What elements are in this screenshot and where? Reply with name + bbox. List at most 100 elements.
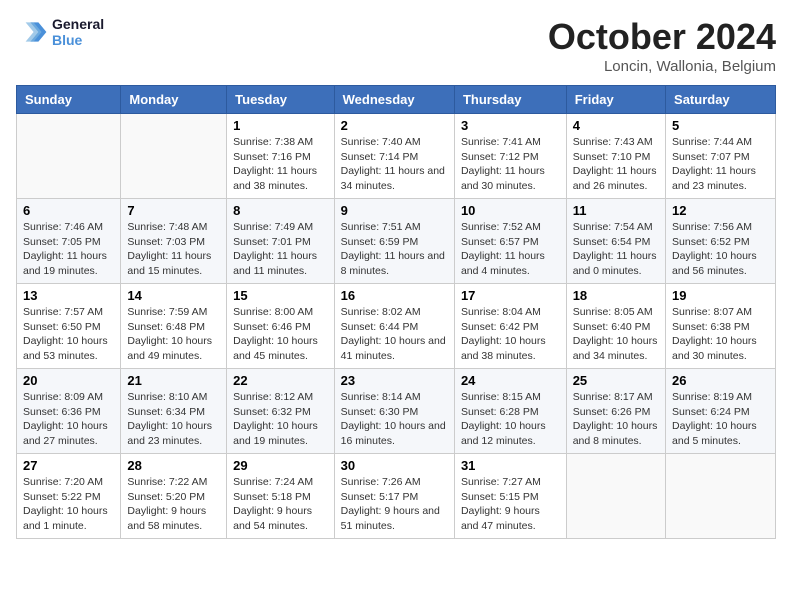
calendar-cell: 2 Sunrise: 7:40 AMSunset: 7:14 PMDaylight… xyxy=(334,114,454,199)
calendar-cell: 27Sunrise: 7:20 AMSunset: 5:22 PMDayligh… xyxy=(17,454,121,539)
logo-line1: General xyxy=(52,16,104,32)
day-detail: Sunrise: 8:15 AMSunset: 6:28 PMDaylight:… xyxy=(461,390,560,449)
calendar-cell: 28Sunrise: 7:22 AMSunset: 5:20 PMDayligh… xyxy=(121,454,227,539)
calendar-cell: 21 Sunrise: 8:10 AMSunset: 6:34 PMDayligh… xyxy=(121,369,227,454)
day-number: 29 xyxy=(233,458,327,473)
day-number: 22 xyxy=(233,373,327,388)
calendar-cell: 8 Sunrise: 7:49 AMSunset: 7:01 PMDaylight… xyxy=(227,199,334,284)
day-number: 30 xyxy=(341,458,448,473)
day-number: 20 xyxy=(23,373,114,388)
day-detail: Sunrise: 8:17 AMSunset: 6:26 PMDaylight:… xyxy=(573,390,659,449)
calendar-cell: 16 Sunrise: 8:02 AMSunset: 6:44 PMDayligh… xyxy=(334,284,454,369)
calendar-week-1: 1 Sunrise: 7:38 AMSunset: 7:16 PMDaylight… xyxy=(17,114,776,199)
calendar-cell xyxy=(566,454,665,539)
day-detail: Sunrise: 8:00 AMSunset: 6:46 PMDaylight:… xyxy=(233,305,327,364)
day-number: 31 xyxy=(461,458,560,473)
day-number: 8 xyxy=(233,203,327,218)
day-of-week-wednesday: Wednesday xyxy=(334,86,454,114)
calendar-cell: 25 Sunrise: 8:17 AMSunset: 6:26 PMDayligh… xyxy=(566,369,665,454)
day-detail: Sunrise: 8:02 AMSunset: 6:44 PMDaylight:… xyxy=(341,305,448,364)
day-number: 12 xyxy=(672,203,769,218)
day-detail: Sunrise: 7:26 AMSunset: 5:17 PMDaylight:… xyxy=(341,475,448,534)
day-number: 15 xyxy=(233,288,327,303)
logo-text: General Blue xyxy=(52,16,104,48)
day-number: 9 xyxy=(341,203,448,218)
calendar-week-2: 6Sunrise: 7:46 AMSunset: 7:05 PMDaylight… xyxy=(17,199,776,284)
day-number: 21 xyxy=(127,373,220,388)
day-number: 13 xyxy=(23,288,114,303)
day-detail: Sunrise: 8:07 AMSunset: 6:38 PMDaylight:… xyxy=(672,305,769,364)
day-number: 14 xyxy=(127,288,220,303)
calendar-week-3: 13Sunrise: 7:57 AMSunset: 6:50 PMDayligh… xyxy=(17,284,776,369)
calendar-cell: 18 Sunrise: 8:05 AMSunset: 6:40 PMDayligh… xyxy=(566,284,665,369)
day-detail: Sunrise: 8:12 AMSunset: 6:32 PMDaylight:… xyxy=(233,390,327,449)
calendar-cell: 5Sunrise: 7:44 AMSunset: 7:07 PMDaylight… xyxy=(666,114,776,199)
day-number: 24 xyxy=(461,373,560,388)
day-detail: Sunrise: 8:19 AMSunset: 6:24 PMDaylight:… xyxy=(672,390,769,449)
location: Loncin, Wallonia, Belgium xyxy=(548,58,776,75)
day-number: 7 xyxy=(127,203,220,218)
calendar-cell: 31 Sunrise: 7:27 AMSunset: 5:15 PMDayligh… xyxy=(454,454,566,539)
calendar-cell: 6Sunrise: 7:46 AMSunset: 7:05 PMDaylight… xyxy=(17,199,121,284)
day-number: 16 xyxy=(341,288,448,303)
day-detail: Sunrise: 8:04 AMSunset: 6:42 PMDaylight:… xyxy=(461,305,560,364)
calendar-cell: 26 Sunrise: 8:19 AMSunset: 6:24 PMDayligh… xyxy=(666,369,776,454)
day-number: 18 xyxy=(573,288,659,303)
day-detail: Sunrise: 7:22 AMSunset: 5:20 PMDaylight:… xyxy=(127,475,220,534)
calendar-cell: 23 Sunrise: 8:14 AMSunset: 6:30 PMDayligh… xyxy=(334,369,454,454)
day-detail: Sunrise: 8:09 AMSunset: 6:36 PMDaylight:… xyxy=(23,390,114,449)
day-detail: Sunrise: 7:27 AMSunset: 5:15 PMDaylight:… xyxy=(461,475,560,534)
calendar-cell: 13Sunrise: 7:57 AMSunset: 6:50 PMDayligh… xyxy=(17,284,121,369)
day-detail: Sunrise: 7:49 AMSunset: 7:01 PMDaylight:… xyxy=(233,220,327,279)
day-number: 3 xyxy=(461,118,560,133)
calendar-header-row: SundayMondayTuesdayWednesdayThursdayFrid… xyxy=(17,86,776,114)
logo: General Blue xyxy=(16,16,104,48)
day-detail: Sunrise: 8:05 AMSunset: 6:40 PMDaylight:… xyxy=(573,305,659,364)
day-number: 6 xyxy=(23,203,114,218)
calendar-cell: 29Sunrise: 7:24 AMSunset: 5:18 PMDayligh… xyxy=(227,454,334,539)
calendar-cell: 20 Sunrise: 8:09 AMSunset: 6:36 PMDayligh… xyxy=(17,369,121,454)
day-detail: Sunrise: 7:40 AMSunset: 7:14 PMDaylight:… xyxy=(341,135,448,194)
calendar-cell xyxy=(17,114,121,199)
day-detail: Sunrise: 7:52 AMSunset: 6:57 PMDaylight:… xyxy=(461,220,560,279)
calendar-cell: 17 Sunrise: 8:04 AMSunset: 6:42 PMDayligh… xyxy=(454,284,566,369)
calendar-cell: 3 Sunrise: 7:41 AMSunset: 7:12 PMDaylight… xyxy=(454,114,566,199)
day-number: 5 xyxy=(672,118,769,133)
calendar-week-4: 20 Sunrise: 8:09 AMSunset: 6:36 PMDayligh… xyxy=(17,369,776,454)
logo-line2: Blue xyxy=(52,32,104,48)
page-header: General Blue October 2024 Loncin, Wallon… xyxy=(16,16,776,75)
day-detail: Sunrise: 7:43 AMSunset: 7:10 PMDaylight:… xyxy=(573,135,659,194)
day-detail: Sunrise: 7:48 AMSunset: 7:03 PMDaylight:… xyxy=(127,220,220,279)
day-of-week-monday: Monday xyxy=(121,86,227,114)
calendar-cell: 14 Sunrise: 7:59 AMSunset: 6:48 PMDayligh… xyxy=(121,284,227,369)
day-number: 26 xyxy=(672,373,769,388)
day-number: 4 xyxy=(573,118,659,133)
logo-icon xyxy=(16,16,48,48)
day-number: 11 xyxy=(573,203,659,218)
day-number: 10 xyxy=(461,203,560,218)
calendar-cell xyxy=(666,454,776,539)
day-detail: Sunrise: 7:38 AMSunset: 7:16 PMDaylight:… xyxy=(233,135,327,194)
day-of-week-thursday: Thursday xyxy=(454,86,566,114)
calendar-cell: 7 Sunrise: 7:48 AMSunset: 7:03 PMDaylight… xyxy=(121,199,227,284)
day-number: 25 xyxy=(573,373,659,388)
day-detail: Sunrise: 7:41 AMSunset: 7:12 PMDaylight:… xyxy=(461,135,560,194)
calendar-week-5: 27Sunrise: 7:20 AMSunset: 5:22 PMDayligh… xyxy=(17,454,776,539)
calendar-cell: 15 Sunrise: 8:00 AMSunset: 6:46 PMDayligh… xyxy=(227,284,334,369)
day-detail: Sunrise: 7:59 AMSunset: 6:48 PMDaylight:… xyxy=(127,305,220,364)
day-of-week-friday: Friday xyxy=(566,86,665,114)
calendar-cell: 11 Sunrise: 7:54 AMSunset: 6:54 PMDayligh… xyxy=(566,199,665,284)
day-number: 2 xyxy=(341,118,448,133)
day-detail: Sunrise: 7:54 AMSunset: 6:54 PMDaylight:… xyxy=(573,220,659,279)
day-detail: Sunrise: 8:10 AMSunset: 6:34 PMDaylight:… xyxy=(127,390,220,449)
day-detail: Sunrise: 8:14 AMSunset: 6:30 PMDaylight:… xyxy=(341,390,448,449)
day-number: 23 xyxy=(341,373,448,388)
day-number: 1 xyxy=(233,118,327,133)
calendar-cell: 9 Sunrise: 7:51 AMSunset: 6:59 PMDaylight… xyxy=(334,199,454,284)
month-title: October 2024 xyxy=(548,16,776,58)
day-of-week-sunday: Sunday xyxy=(17,86,121,114)
day-number: 17 xyxy=(461,288,560,303)
day-detail: Sunrise: 7:51 AMSunset: 6:59 PMDaylight:… xyxy=(341,220,448,279)
calendar-cell: 10 Sunrise: 7:52 AMSunset: 6:57 PMDayligh… xyxy=(454,199,566,284)
calendar-cell: 22 Sunrise: 8:12 AMSunset: 6:32 PMDayligh… xyxy=(227,369,334,454)
